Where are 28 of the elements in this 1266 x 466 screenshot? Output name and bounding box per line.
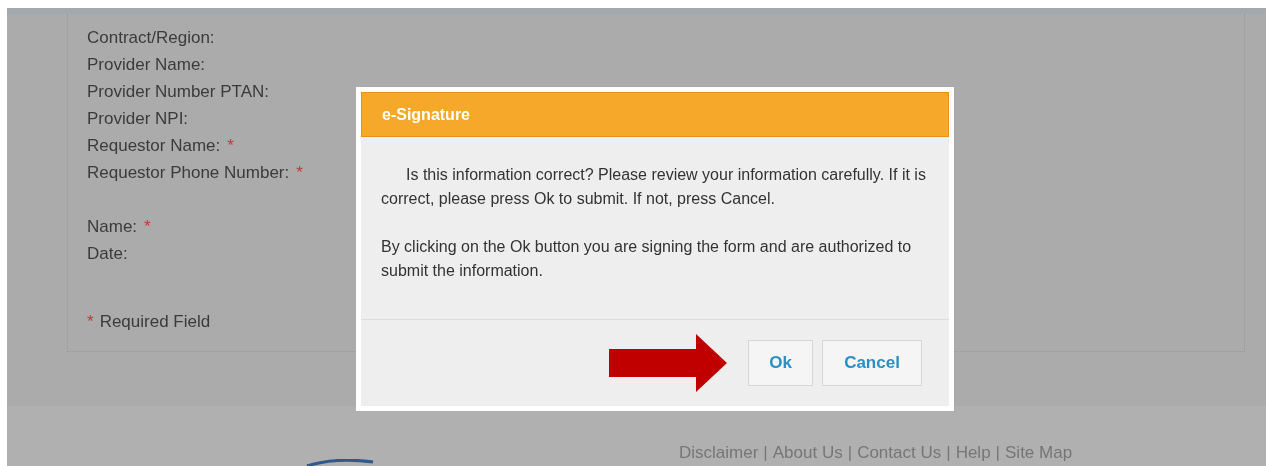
- field-label: Date:: [87, 243, 128, 265]
- required-asterisk: *: [144, 216, 151, 238]
- required-asterisk: *: [227, 135, 234, 157]
- footer-link[interactable]: Disclaimer: [679, 440, 759, 466]
- required-asterisk: *: [296, 162, 303, 184]
- dialog-message: By clicking on the Ok button you are signing the form and are authorized to submit the information.: [381, 237, 913, 281]
- footer-link[interactable]: Help: [955, 440, 991, 466]
- footer-link[interactable]: Site Map: [1005, 440, 1073, 466]
- footer-link[interactable]: Contact Us: [857, 440, 942, 466]
- link-separator: |: [763, 442, 768, 464]
- link-separator: |: [995, 442, 1001, 464]
- field-label: Provider NPI:: [87, 108, 189, 130]
- field-label: Contract/Region:: [87, 27, 215, 49]
- field-label: Name:: [87, 216, 138, 238]
- footer-link[interactable]: About Us: [772, 440, 843, 466]
- cancel-button[interactable]: Cancel: [822, 340, 922, 386]
- field-label: Requestor Name:: [87, 135, 221, 157]
- dialog-message: Is this information correct? Please review your information carefully. If it is correct, please press Ok to submit. If not, press Cancel.: [381, 165, 927, 209]
- link-separator: |: [847, 442, 853, 464]
- ok-button[interactable]: Ok: [748, 340, 813, 386]
- field-label: Requestor Phone Number:: [87, 162, 290, 184]
- required-asterisk: *: [87, 311, 94, 333]
- arrow-icon: [609, 334, 727, 392]
- link-separator: |: [946, 442, 951, 464]
- dialog-title: e-Signature: [361, 92, 949, 137]
- field-label: Provider Number PTAN:: [87, 81, 269, 103]
- field-label: Provider Name:: [87, 54, 206, 76]
- required-note: Required Field: [99, 311, 211, 333]
